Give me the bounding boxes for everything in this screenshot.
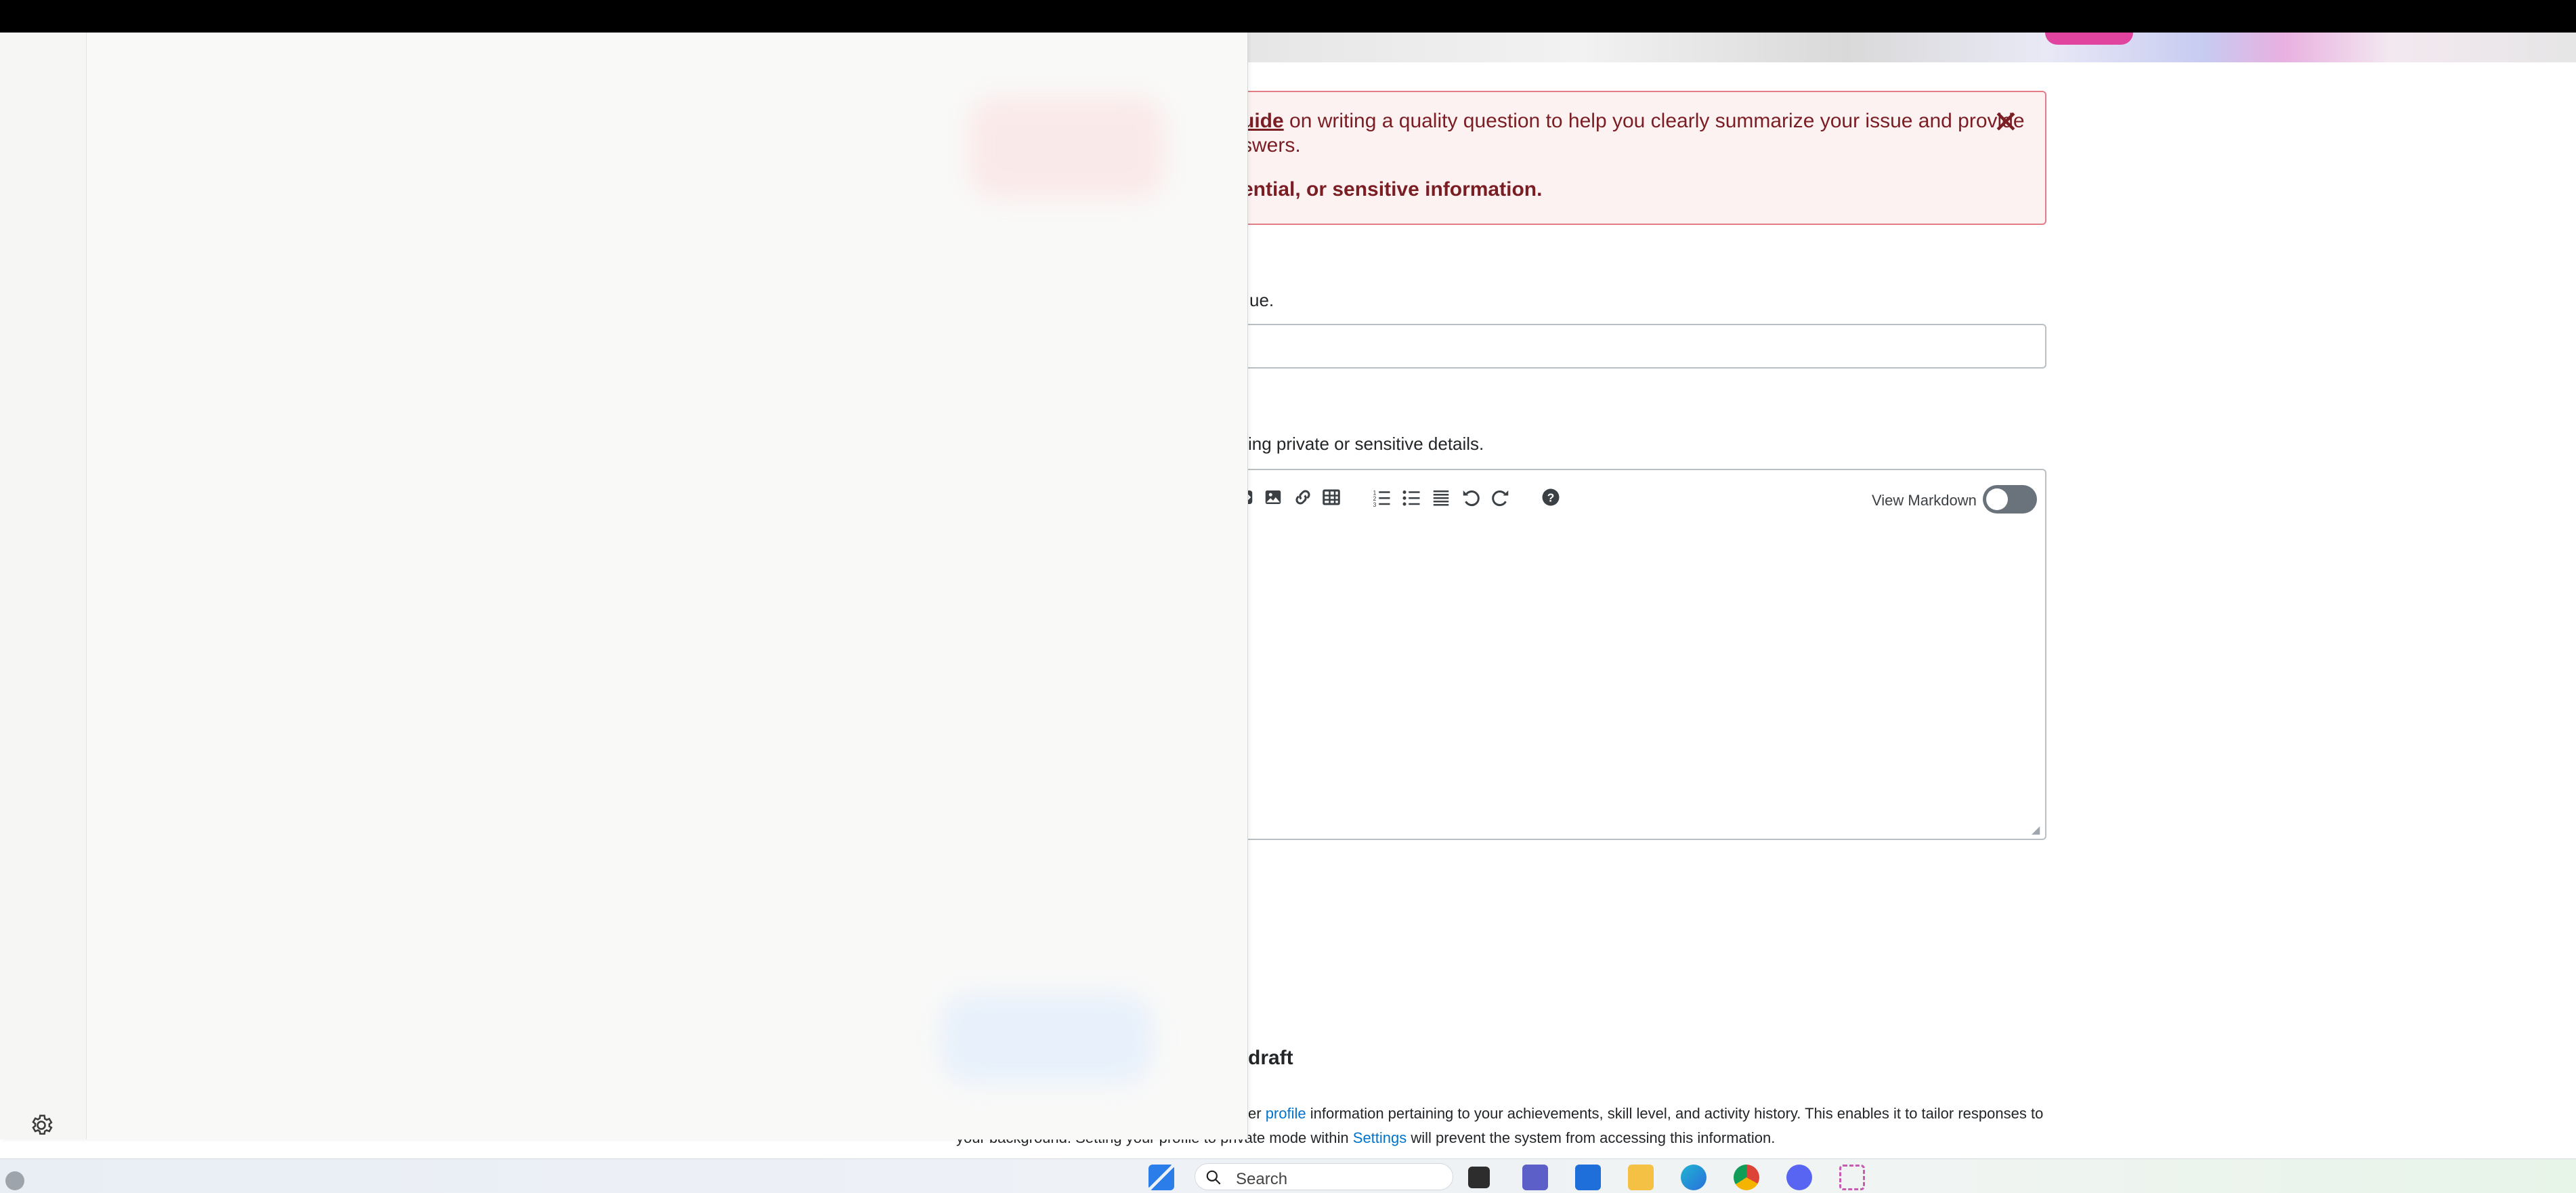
settings-link[interactable]: Settings [1353, 1129, 1407, 1146]
windows-taskbar: Search [0, 1158, 2576, 1193]
image-icon[interactable] [1261, 485, 1285, 509]
blurred-background-button [941, 995, 1151, 1083]
teams-icon[interactable] [1522, 1165, 1548, 1190]
search-icon [1206, 1170, 1221, 1185]
discord-icon[interactable] [1786, 1165, 1812, 1190]
alert-line-1-text: on writing a quality question to help yo… [1283, 110, 2025, 132]
side-panel-overlay [0, 33, 1248, 1139]
note-line-1-text: information pertaining to your achieveme… [1306, 1105, 2044, 1122]
toggle-knob [1986, 488, 2008, 510]
snipping-tool-icon[interactable] [1839, 1165, 1865, 1190]
numbered-list-icon[interactable]: 123 [1369, 485, 1394, 509]
profile-link[interactable]: profile [1266, 1105, 1306, 1122]
profile-note-line-1: er profile information pertaining to you… [1248, 1102, 2043, 1126]
note-prefix: er [1248, 1105, 1266, 1122]
view-markdown-toggle[interactable] [1983, 485, 2037, 514]
close-icon[interactable]: ✕ [1992, 106, 2019, 138]
taskbar-search[interactable]: Search [1195, 1163, 1453, 1190]
body-editor[interactable]: 123 ? View Markdown ◢ [1205, 469, 2046, 840]
draft-heading: draft [1248, 1047, 1293, 1069]
window-top-bar [0, 0, 2576, 33]
edge-icon[interactable] [1681, 1165, 1706, 1190]
gear-icon[interactable] [28, 1112, 54, 1138]
alert-line-2: swers. [1242, 134, 1301, 156]
help-icon[interactable]: ? [1539, 485, 1563, 509]
bulleted-list-icon[interactable] [1399, 485, 1423, 509]
blurred-background-alert [968, 97, 1165, 198]
link-icon[interactable] [1291, 485, 1315, 509]
title-help-text: ue. [1249, 290, 1274, 310]
table-icon[interactable] [1319, 485, 1344, 509]
redo-icon[interactable] [1488, 485, 1513, 509]
windows-start-icon[interactable] [1149, 1165, 1174, 1190]
banner-decoration [2045, 33, 2133, 45]
store-icon[interactable] [1575, 1165, 1601, 1190]
widgets-icon[interactable] [5, 1171, 24, 1190]
resize-grip-icon[interactable]: ◢ [2032, 825, 2042, 836]
view-markdown-label: View Markdown [1872, 492, 1977, 509]
task-view-icon[interactable] [1468, 1167, 1490, 1188]
svg-text:?: ? [1547, 490, 1555, 504]
alert-line-1: uide on writing a quality question to he… [1242, 108, 2025, 134]
page-hero-banner [1248, 33, 2576, 62]
guide-link[interactable]: uide [1242, 110, 1284, 132]
chrome-icon[interactable] [1734, 1165, 1759, 1190]
alert-sensitive-info-warning: ential, or sensitive information. [1242, 178, 1543, 201]
note-line-2-text: will prevent the system from accessing t… [1407, 1129, 1776, 1146]
taskbar-search-placeholder: Search [1236, 1170, 1288, 1188]
side-panel-rail [0, 33, 87, 1139]
file-explorer-icon[interactable] [1628, 1165, 1654, 1190]
title-input[interactable] [1205, 324, 2046, 369]
svg-text:3: 3 [1373, 501, 1377, 507]
warning-alert: uide on writing a quality question to he… [1205, 91, 2046, 225]
undo-icon[interactable] [1459, 485, 1483, 509]
horizontal-rule-icon[interactable] [1429, 485, 1453, 509]
body-help-text: ing private or sensitive details. [1248, 434, 1484, 454]
